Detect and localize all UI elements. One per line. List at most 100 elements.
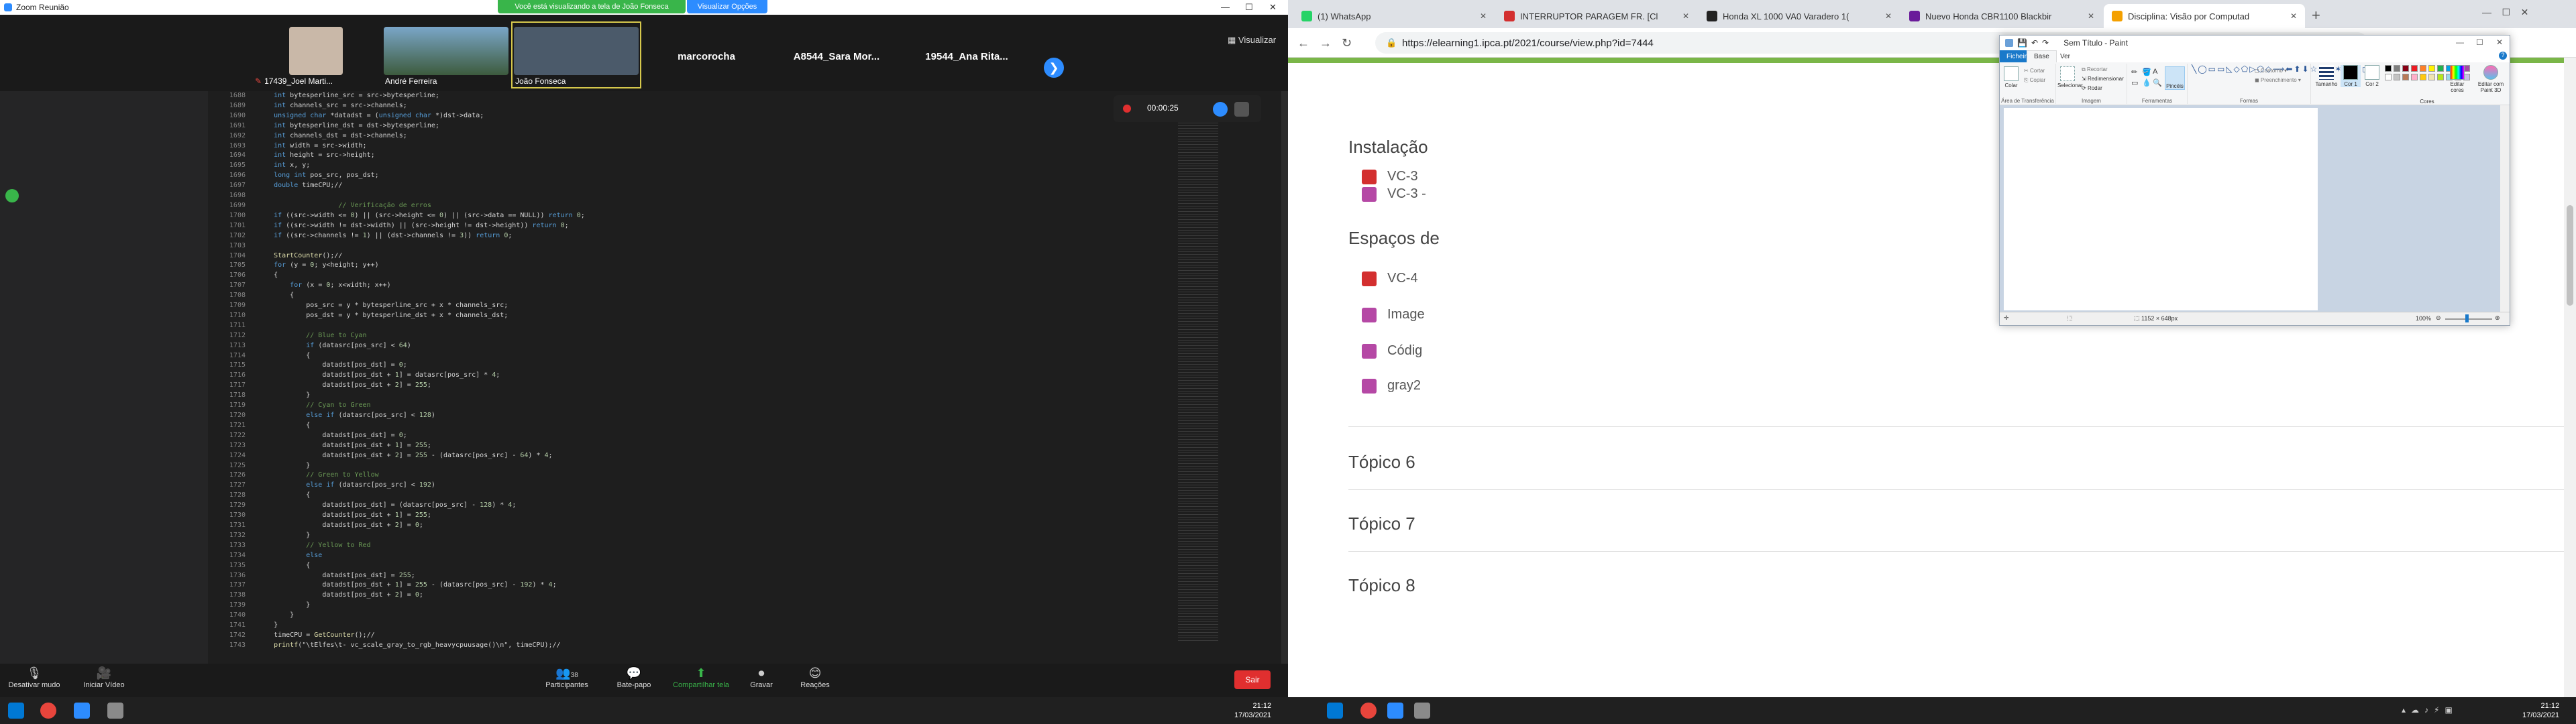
tab-view[interactable]: Ver: [2053, 50, 2077, 62]
zoom-taskbar-icon[interactable]: [74, 703, 90, 719]
paste-button[interactable]: Colar: [2001, 66, 2021, 88]
code-line[interactable]: 1721 {: [208, 421, 1181, 431]
edit-colors-button[interactable]: Editar cores: [2444, 65, 2471, 93]
new-tab-button[interactable]: +: [2312, 7, 2320, 24]
stop-recording-button[interactable]: [1234, 102, 1249, 117]
palette-swatch[interactable]: [2428, 65, 2435, 72]
navigation-buttons[interactable]: ← → ↻: [1297, 36, 1352, 50]
fill-icon[interactable]: 🪣: [2142, 68, 2151, 76]
code-line[interactable]: 1702 if ((src->channels != 1) || (dst->c…: [208, 231, 1181, 241]
gallery-next-button[interactable]: ❯: [1044, 58, 1064, 78]
fill-button[interactable]: ◼ Preenchimento ▾: [2255, 77, 2301, 83]
palette-swatch[interactable]: [2385, 65, 2392, 72]
code-editor[interactable]: 1688 int bytesperline_src = src->bytespe…: [208, 91, 1181, 664]
leave-meeting-button[interactable]: Sair: [1234, 670, 1271, 689]
code-line[interactable]: 1729 datadst[pos_dst] = (datasrc[pos_src…: [208, 501, 1181, 511]
resource-link[interactable]: VC-3: [1362, 169, 1418, 184]
code-line[interactable]: 1710 pos_dst = y * bytesperline_dst + x …: [208, 311, 1181, 321]
tab-honda-xl[interactable]: Honda XL 1000 VA0 Varadero 1(✕: [1699, 4, 1900, 28]
palette-swatch[interactable]: [2402, 74, 2409, 80]
palette-swatch[interactable]: [2411, 74, 2418, 80]
tab-honda-cbr[interactable]: Nuevo Honda CBR1100 Blackbir ✕: [1901, 4, 2102, 28]
code-line[interactable]: 1692 int channels_dst = dst->channels;: [208, 131, 1181, 141]
palette-swatch[interactable]: [2420, 65, 2426, 72]
code-line[interactable]: 1699 // Verificação de erros: [208, 201, 1181, 211]
code-line[interactable]: 1714 {: [208, 351, 1181, 361]
help-icon[interactable]: ?: [2499, 52, 2507, 60]
minimize-icon[interactable]: —: [2456, 38, 2464, 47]
code-line[interactable]: 1688 int bytesperline_src = src->bytespe…: [208, 91, 1181, 101]
resource-link[interactable]: Códig: [1362, 343, 1422, 359]
save-icon[interactable]: 💾: [2017, 38, 2027, 48]
code-line[interactable]: 1712 // Blue to Cyan: [208, 331, 1181, 341]
code-line[interactable]: 1743 printf("\tElfes\t- vc_scale_gray_to…: [208, 641, 1181, 651]
clock[interactable]: 21:12 17/03/2021: [2522, 701, 2559, 720]
color1-button[interactable]: Cor 1: [2341, 65, 2361, 87]
reactions-button[interactable]: 😊 Reações: [785, 666, 845, 689]
code-line[interactable]: 1716 datadst[pos_dst + 1] = datasrc[pos_…: [208, 371, 1181, 381]
palette-swatch[interactable]: [2437, 65, 2444, 72]
redo-icon[interactable]: ↷: [2042, 38, 2049, 48]
code-line[interactable]: 1730 datadst[pos_dst + 1] = 255;: [208, 511, 1181, 521]
zoom-slider-thumb[interactable]: [2465, 314, 2469, 322]
code-line[interactable]: 1720 else if (datasrc[pos_src] < 128): [208, 411, 1181, 421]
section-title[interactable]: Tópico 6: [1348, 452, 1415, 473]
chrome-icon[interactable]: [1360, 703, 1377, 719]
code-line[interactable]: 1701 if ((src->width != dst->width) || (…: [208, 221, 1181, 231]
forward-icon[interactable]: →: [1320, 36, 1332, 50]
close-tab-icon[interactable]: ✕: [1480, 11, 1487, 21]
windows-start-icon[interactable]: [8, 703, 24, 719]
code-line[interactable]: 1719 // Cyan to Green: [208, 401, 1181, 411]
text-icon[interactable]: A: [2153, 68, 2157, 76]
palette-swatch[interactable]: [2402, 65, 2409, 72]
chat-button[interactable]: 💬 Bate-papo: [604, 666, 664, 689]
section-title[interactable]: Instalação: [1348, 137, 1428, 158]
code-line[interactable]: 1709 pos_src = y * bytesperline_src + x …: [208, 301, 1181, 311]
page-scrollbar[interactable]: [2564, 58, 2576, 697]
section-title[interactable]: Espaços de: [1348, 228, 1440, 249]
code-line[interactable]: 1725 }: [208, 461, 1181, 471]
code-line[interactable]: 1739 }: [208, 601, 1181, 611]
system-tray-icons[interactable]: ▴☁♪⚡▣: [2402, 705, 2458, 715]
start-video-button[interactable]: 🎥 Iniciar Vídeo: [74, 666, 134, 689]
code-line[interactable]: 1727 else if (datasrc[pos_src] < 192): [208, 481, 1181, 491]
close-tab-icon[interactable]: ✕: [2290, 11, 2297, 21]
tab-disciplina[interactable]: Disciplina: Visão por Computad ✕: [2104, 4, 2305, 28]
resize-button[interactable]: ⇲ Redimensionar: [2082, 76, 2124, 82]
code-line[interactable]: 1708 {: [208, 291, 1181, 301]
editor-scrollbar[interactable]: [1281, 91, 1288, 664]
code-line[interactable]: 1737 datadst[pos_dst + 1] = 255 - (datas…: [208, 581, 1181, 591]
code-line[interactable]: 1695 int x, y;: [208, 161, 1181, 171]
close-tab-icon[interactable]: ✕: [1682, 11, 1689, 21]
resource-link[interactable]: Image: [1362, 307, 1425, 322]
select-button[interactable]: Selecionar: [2057, 66, 2083, 88]
view-button[interactable]: ▦ Visualizar: [1228, 35, 1276, 46]
code-line[interactable]: 1696 long int pos_src, pos_dst;: [208, 171, 1181, 181]
code-line[interactable]: 1704 StartCounter();//: [208, 251, 1181, 261]
code-line[interactable]: 1723 datadst[pos_dst + 1] = 255;: [208, 441, 1181, 451]
code-line[interactable]: 1718 }: [208, 391, 1181, 401]
code-line[interactable]: 1724 datadst[pos_dst + 2] = 255 - (datas…: [208, 451, 1181, 461]
resource-link[interactable]: VC-3 -: [1362, 186, 1426, 202]
shapes-gallery[interactable]: ╲◯▭▭◺◇⬠▷⬡◇⟶⬅⬆⬇☆✩✡✶▭◯◻: [2192, 65, 2369, 74]
close-icon[interactable]: ✕: [1269, 2, 1277, 13]
pencil-icon[interactable]: ✏: [2131, 68, 2137, 76]
code-line[interactable]: 1734 else: [208, 551, 1181, 561]
code-line[interactable]: 1713 if (datasrc[pos_src] < 64): [208, 341, 1181, 351]
code-line[interactable]: 1732 }: [208, 531, 1181, 541]
pause-recording-button[interactable]: [1213, 102, 1228, 117]
resource-link[interactable]: gray2: [1362, 378, 1421, 394]
close-icon[interactable]: ✕: [2496, 38, 2503, 47]
code-line[interactable]: 1690 unsigned char *datadst = (unsigned …: [208, 111, 1181, 121]
code-line[interactable]: 1711: [208, 321, 1181, 331]
crop-button[interactable]: ⧉ Recortar: [2082, 66, 2108, 73]
code-line[interactable]: 1706 {: [208, 271, 1181, 281]
magnifier-icon[interactable]: 🔍: [2153, 78, 2162, 87]
unmute-button[interactable]: 🎙 Desativar mudo: [4, 666, 64, 689]
code-line[interactable]: 1703: [208, 241, 1181, 251]
lock-icon[interactable]: 🔒: [1386, 38, 1397, 48]
paint-taskbar-icon[interactable]: [107, 703, 123, 719]
palette-swatch[interactable]: [2394, 65, 2400, 72]
code-line[interactable]: 1741 }: [208, 621, 1181, 631]
code-line[interactable]: 1736 datadst[pos_dst] = 255;: [208, 571, 1181, 581]
